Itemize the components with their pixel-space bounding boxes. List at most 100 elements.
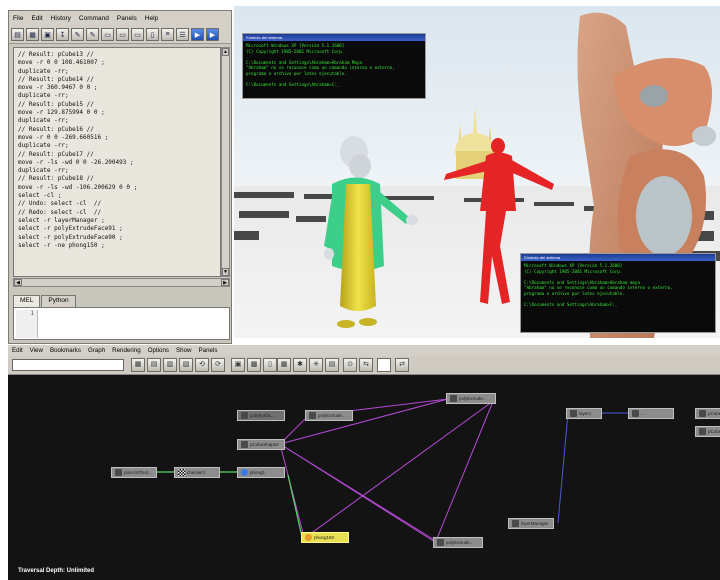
open-script-icon[interactable]: ▤ <box>11 28 24 41</box>
node-label: polyExtrude... <box>318 413 346 418</box>
clear-history-icon[interactable]: ✎ <box>71 28 84 41</box>
ne-menu-graph[interactable]: Graph <box>88 345 105 356</box>
clear-graph-icon[interactable]: ▩ <box>247 358 261 372</box>
ne-menu-show[interactable]: Show <box>176 345 191 356</box>
graph-materials-icon[interactable]: ▦ <box>131 358 145 372</box>
tab-mel[interactable]: MEL <box>13 295 41 307</box>
node-pcube-b[interactable]: pCube <box>695 426 720 437</box>
node-pcubeshape2[interactable]: pCubeShape2 <box>237 439 285 450</box>
ne-menu-rendering[interactable]: Rendering <box>112 345 141 356</box>
execute-selected-icon[interactable]: ▶ <box>206 28 219 41</box>
show-input-icon[interactable]: ▭ <box>131 28 144 41</box>
frame-selection-icon[interactable]: ✱ <box>293 358 307 372</box>
show-dependency-icon[interactable]: ✳ <box>309 358 323 372</box>
clear-all-icon[interactable]: ▭ <box>101 28 114 41</box>
node-place2dtexture[interactable]: place2dText... <box>111 467 157 478</box>
node-polysurface[interactable]: polySurfac... <box>237 410 285 421</box>
save-script-to-shelf-icon[interactable]: ↧ <box>56 28 69 41</box>
hypershade-node-editor: Edit View Bookmarks Graph Rendering Opti… <box>8 345 720 580</box>
script-editor-menubar: File Edit History Command Panels Help <box>9 11 231 26</box>
node-layer1[interactable]: layer1 <box>566 408 602 419</box>
node-checker[interactable]: checker1 <box>174 467 220 478</box>
history-line: move -r 360.9467 0 0 ; <box>18 84 98 92</box>
script-history-pane[interactable]: // Result: pCube13 //move -r 0 0 108.461… <box>13 47 221 277</box>
show-dag-icon[interactable]: ▤ <box>325 358 339 372</box>
history-line: duplicate -rr; <box>18 67 69 75</box>
node-editor-menubar: Edit View Bookmarks Graph Rendering Opti… <box>8 345 720 356</box>
node-search-input[interactable] <box>12 359 124 371</box>
tab-python[interactable]: Python <box>41 295 76 307</box>
ne-menu-bookmarks[interactable]: Bookmarks <box>50 345 81 356</box>
node-polyextrude-a[interactable]: polyExtrude... <box>305 410 353 421</box>
history-line: select -cl ; <box>18 192 62 200</box>
ne-menu-edit[interactable]: Edit <box>12 345 23 356</box>
node-layer-child[interactable]: ... <box>628 408 674 419</box>
node-polyextrude-c[interactable]: polyExtrude... <box>433 537 483 548</box>
node-phong150[interactable]: phong150 <box>301 532 349 543</box>
node-phong1[interactable]: phong1 <box>237 467 285 478</box>
history-line: // Redo: select -cl // <box>18 208 102 216</box>
menu-help[interactable]: Help <box>145 15 158 22</box>
history-line: move -r -ls -wd -106.200629 0 0 ; <box>18 183 138 191</box>
node-editor-toolbar: ▦ ▤ ▥ ▧ ⟲ ⟳ ▣ ▩ ▯ ▦ ✱ ✳ ▤ ⊙ ⇆ ⇄ <box>8 356 720 375</box>
output-connections-icon[interactable]: ⟳ <box>211 358 225 372</box>
input-connections-icon[interactable]: ⟲ <box>195 358 209 372</box>
expand-connections-icon[interactable]: ⇄ <box>395 358 409 372</box>
ne-menu-panels[interactable]: Panels <box>199 345 218 356</box>
history-horizontal-scrollbar[interactable]: ◀ ▶ <box>13 278 230 287</box>
history-vertical-scrollbar[interactable]: ▲ ▼ <box>221 47 230 277</box>
layer-icon <box>632 410 639 417</box>
node-polyextrude-b[interactable]: polyExtrude... <box>446 393 496 404</box>
node-pcube-a[interactable]: pCube <box>695 408 720 419</box>
show-history-icon[interactable]: ▭ <box>116 28 129 41</box>
phong-swatch-icon <box>305 534 312 541</box>
save-script-icon[interactable]: ▣ <box>41 28 54 41</box>
history-line: // Result: pCube16 // <box>18 125 94 133</box>
scroll-down-icon[interactable]: ▼ <box>222 268 229 276</box>
menu-panels[interactable]: Panels <box>117 15 137 22</box>
ne-menu-options[interactable]: Options <box>148 345 169 356</box>
scroll-up-icon[interactable]: ▲ <box>222 48 229 56</box>
node-label: pCube <box>708 411 720 416</box>
attribute-view-icon[interactable]: ⇆ <box>359 358 373 372</box>
menu-file[interactable]: File <box>13 15 23 22</box>
poly-op-icon <box>450 395 457 402</box>
command-prompt-window-bottom[interactable]: Símbolo del sistema Microsoft Windows XP… <box>520 253 716 333</box>
line-numbers-icon[interactable]: ☰ <box>176 28 189 41</box>
node-graph-canvas[interactable]: place2dText... checker1 phong1 phong150 … <box>8 375 720 580</box>
node-label: phong150 <box>314 535 335 540</box>
graph-textures-icon[interactable]: ▤ <box>147 358 161 372</box>
command-prompt-output: Microsoft Windows XP [Versión 5.1.2600](… <box>521 261 715 310</box>
execute-all-icon[interactable]: ▶ <box>191 28 204 41</box>
poly-op-icon <box>309 412 316 419</box>
graph-cameras-icon[interactable]: ▧ <box>179 358 193 372</box>
command-prompt-window-top[interactable]: Símbolo del sistema Microsoft Windows XP… <box>242 33 426 99</box>
history-line: duplicate -rr; <box>18 142 69 150</box>
menu-edit[interactable]: Edit <box>31 15 42 22</box>
node-swatch-icon[interactable]: ⊙ <box>343 358 357 372</box>
traversal-depth-label: Traversal Depth: Unlimited <box>18 568 95 574</box>
terminal-line: C:\Documents and Settings\Abraham>C:_ <box>524 302 618 308</box>
swatch-size-field[interactable] <box>377 358 391 372</box>
node-label: pCubeShape2 <box>250 442 279 447</box>
clear-input-icon[interactable]: ✎ <box>86 28 99 41</box>
script-input-pane[interactable]: 1 <box>13 307 230 340</box>
scroll-right-icon[interactable]: ▶ <box>221 279 229 286</box>
scroll-left-icon[interactable]: ◀ <box>14 279 22 286</box>
menu-history[interactable]: History <box>51 15 71 22</box>
menu-command[interactable]: Command <box>79 15 109 22</box>
terminal-line: C:\Documents and Settings\Abraham>C:_ <box>246 82 340 88</box>
history-line: select -r polyExtrudeFace90 ; <box>18 233 123 241</box>
show-both-icon[interactable]: ▯ <box>146 28 159 41</box>
echo-commands-icon[interactable]: ≡ <box>161 28 174 41</box>
graph-lights-icon[interactable]: ▥ <box>163 358 177 372</box>
input-output-icon[interactable]: ▣ <box>231 358 245 372</box>
rearrange-graph-icon[interactable]: ▯ <box>263 358 277 372</box>
3d-viewport[interactable]: Símbolo del sistema Microsoft Windows XP… <box>234 6 720 338</box>
node-label: phong1 <box>250 470 266 475</box>
source-script-icon[interactable]: ▦ <box>26 28 39 41</box>
checker-swatch-icon <box>178 469 185 476</box>
frame-all-icon[interactable]: ▦ <box>277 358 291 372</box>
node-layermanager[interactable]: layerManager <box>508 518 554 529</box>
ne-menu-view[interactable]: View <box>30 345 43 356</box>
